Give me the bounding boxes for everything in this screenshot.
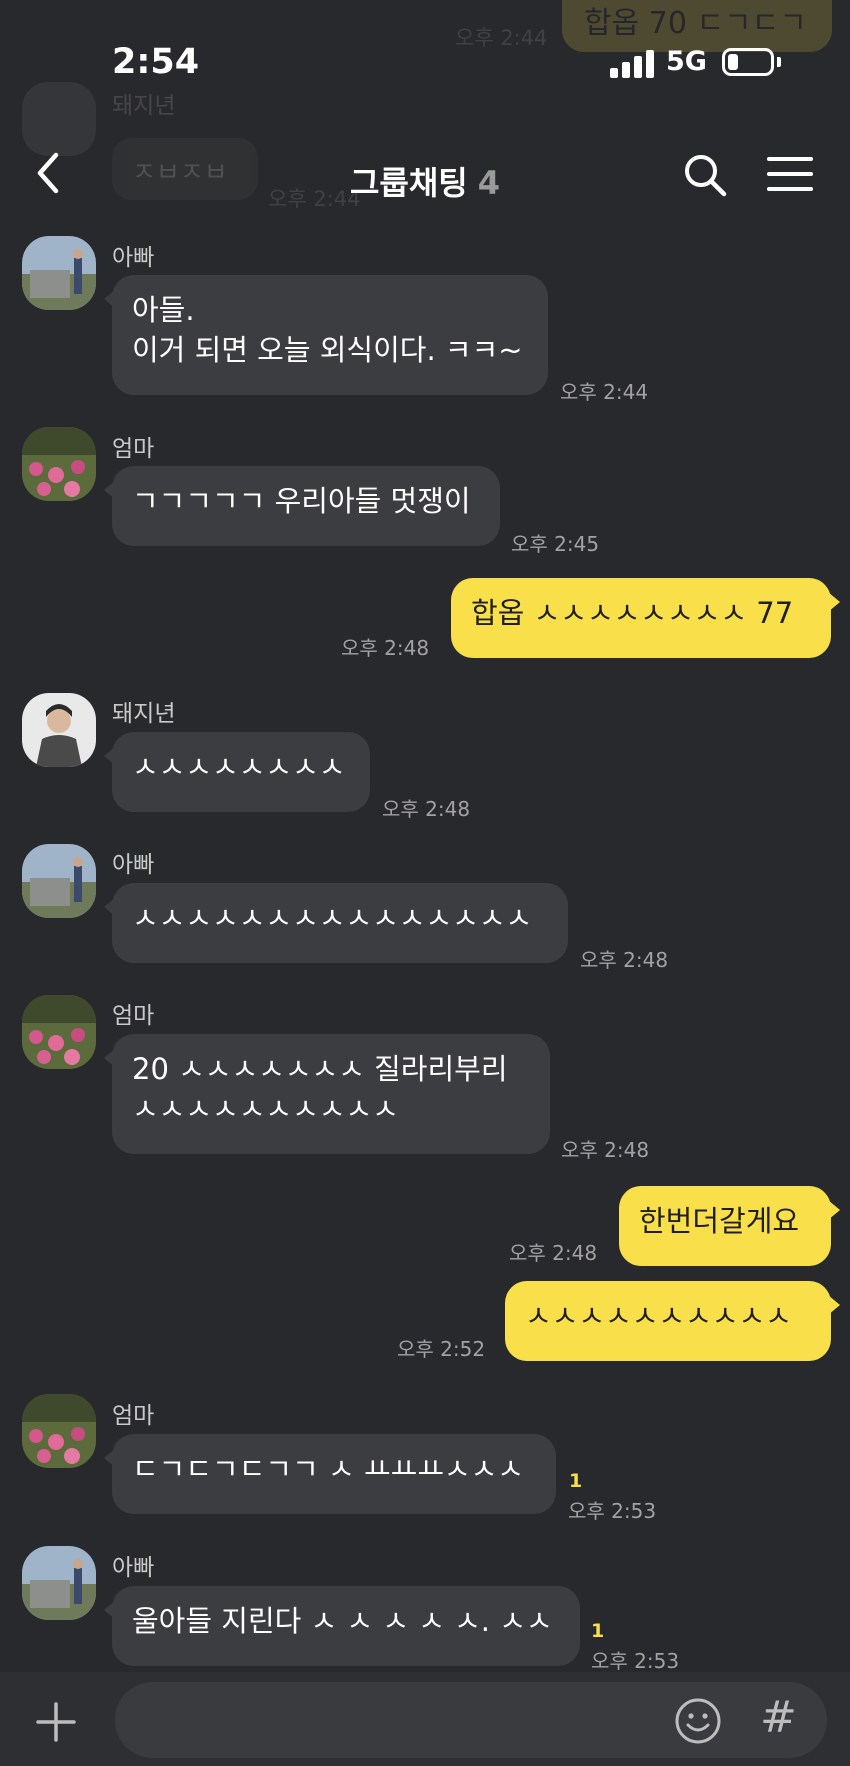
hash-icon[interactable]: #: [760, 1692, 797, 1743]
emoji-icon[interactable]: [674, 1697, 722, 1745]
search-icon[interactable]: [680, 150, 730, 200]
chat-title-text: 그룹채팅: [349, 164, 468, 202]
message-bubble[interactable]: ㄱㄱㄱㄱㄱ 우리아들 멋쟁이: [104, 466, 500, 546]
sender-name: 엄마: [112, 1403, 155, 1429]
avatar-mom[interactable]: [22, 995, 96, 1069]
message-time: 오후 2:48: [580, 948, 669, 972]
message-time: 오후 2:48: [561, 1138, 650, 1162]
status-bar: 2:54 5G: [0, 0, 850, 110]
message-time: 오후 2:48: [509, 1241, 598, 1265]
message-time: 오후 2:53: [568, 1499, 657, 1523]
signal-icon: [610, 50, 654, 78]
message-bubble[interactable]: 울아들 지린다 ㅅ ㅅ ㅅ ㅅ ㅅ. ㅅㅅ: [104, 1586, 580, 1666]
message-bubble[interactable]: ㅅㅅㅅㅅㅅㅅㅅㅅ: [104, 732, 370, 812]
avatar-dad[interactable]: [22, 1546, 96, 1620]
message-time: 오후 2:44: [560, 380, 649, 404]
unread-count: 1: [591, 1620, 605, 1642]
message-time: 오후 2:48: [382, 797, 471, 821]
avatar-dad[interactable]: [22, 844, 96, 918]
member-count: 4: [477, 164, 501, 202]
message-bubble[interactable]: 아들. 이거 되면 오늘 외식이다. ㅋㅋ~: [104, 275, 548, 395]
avatar-dad[interactable]: [22, 236, 96, 310]
message-bubble-outgoing[interactable]: 한번더갈게요: [619, 1186, 840, 1266]
message-time: 오후 2:48: [341, 636, 430, 660]
message-time: 오후 2:52: [397, 1337, 486, 1361]
unread-count: 1: [569, 1470, 583, 1492]
avatar-mom[interactable]: [22, 1394, 96, 1468]
sender-name: 아빠: [112, 245, 155, 271]
plus-icon[interactable]: [34, 1700, 78, 1744]
message-bubble[interactable]: 20 ㅅㅅㅅㅅㅅㅅㅅ 질라리부리 ㅅㅅㅅㅅㅅㅅㅅㅅㅅㅅ: [104, 1034, 550, 1154]
avatar-mom[interactable]: [22, 427, 96, 501]
sender-name: 아빠: [112, 852, 155, 878]
message-time: 오후 2:45: [511, 532, 600, 556]
avatar-sibling[interactable]: [22, 693, 96, 767]
sender-name: 엄마: [112, 1003, 155, 1029]
sender-name: 돼지년: [112, 701, 176, 727]
chat-header: 그룹채팅 4: [0, 120, 850, 230]
network-type: 5G: [666, 46, 707, 77]
message-bubble-outgoing[interactable]: ㅅㅅㅅㅅㅅㅅㅅㅅㅅㅅ: [505, 1281, 840, 1361]
message-time: 오후 2:53: [591, 1649, 680, 1673]
sender-name: 엄마: [112, 436, 155, 462]
status-time: 2:54: [112, 42, 200, 82]
battery-tip: [777, 57, 781, 67]
message-bubble[interactable]: ㄷㄱㄷㄱㄷㄱㄱ ㅅ ㅛㅛㅛㅅㅅㅅ: [104, 1434, 556, 1514]
sender-name: 아빠: [112, 1555, 155, 1581]
battery-icon: [722, 48, 774, 76]
message-bubble[interactable]: ㅅㅅㅅㅅㅅㅅㅅㅅㅅㅅㅅㅅㅅㅅㅅ: [104, 883, 568, 963]
menu-icon[interactable]: [766, 154, 814, 194]
message-bubble-outgoing[interactable]: 합옵 ㅅㅅㅅㅅㅅㅅㅅㅅ 77: [451, 578, 840, 658]
